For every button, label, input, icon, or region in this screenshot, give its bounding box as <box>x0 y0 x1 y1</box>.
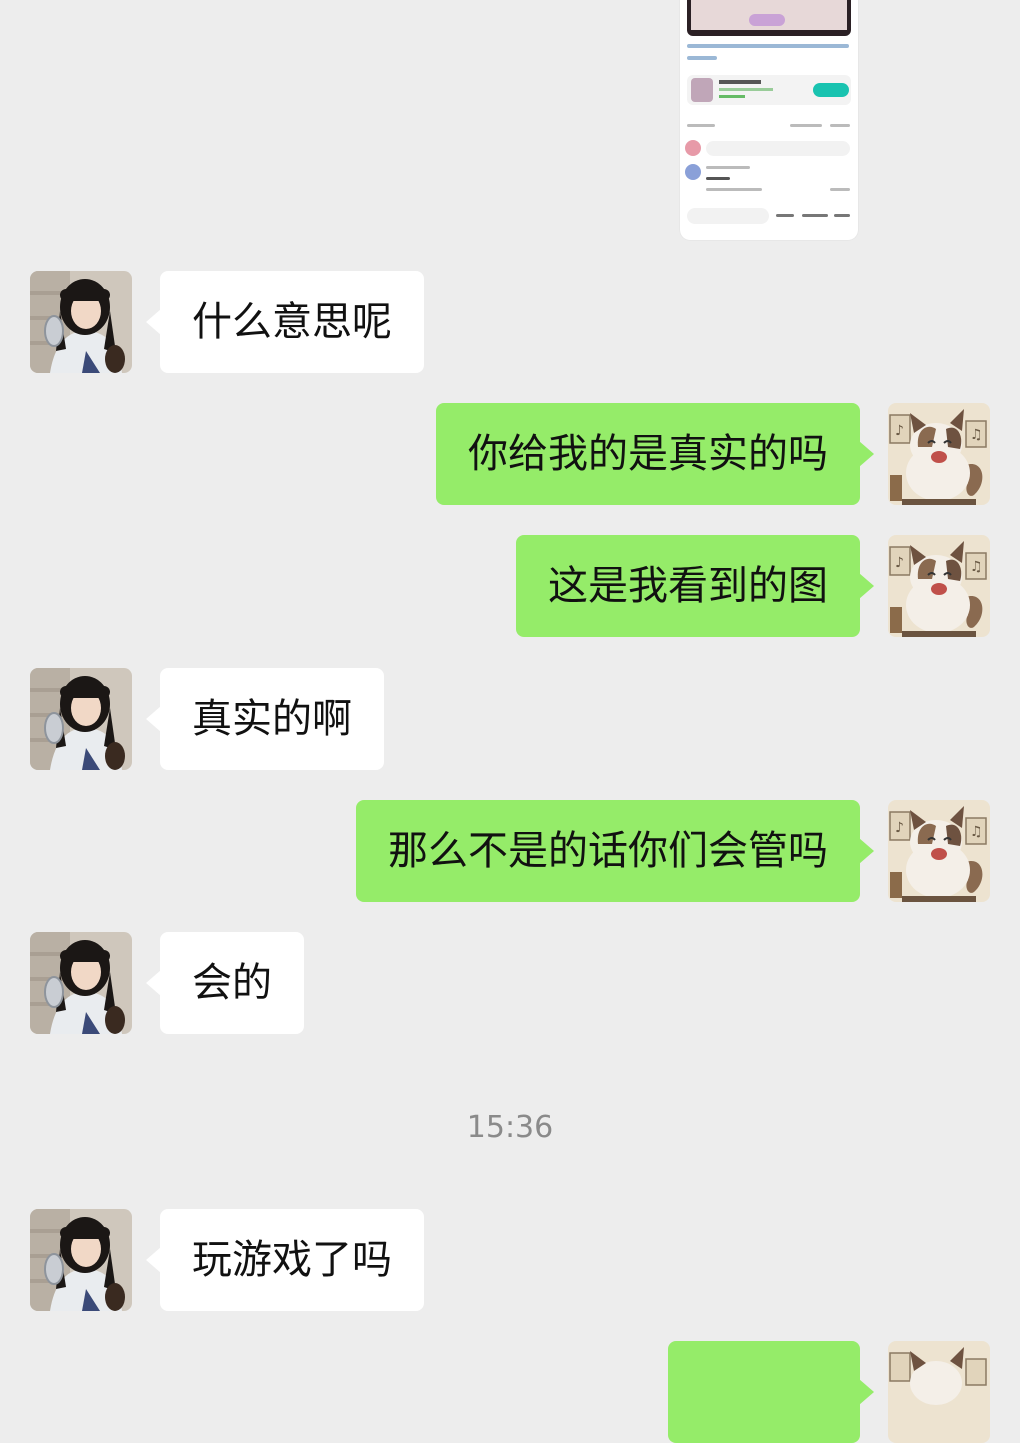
screenshot-game-banner <box>687 0 851 36</box>
girl-photo-avatar-icon <box>30 1209 132 1311</box>
incoming-message-bubble[interactable]: 玩游戏了吗 <box>146 1209 424 1311</box>
svg-text:♫: ♫ <box>970 427 983 443</box>
girl-photo-avatar-icon <box>30 271 132 373</box>
cartoon-cat-avatar-icon: ♪ ♫ <box>888 800 990 902</box>
contact-avatar[interactable] <box>30 932 132 1034</box>
outgoing-message-bubble[interactable]: 那么不是的话你们会管吗 <box>356 800 874 902</box>
cartoon-cat-avatar-icon <box>888 1341 990 1443</box>
timestamp-divider: 15:36 <box>466 1110 554 1145</box>
incoming-message-bubble[interactable]: 什么意思呢 <box>146 271 424 373</box>
incoming-message-bubble[interactable]: 真实的啊 <box>146 668 384 770</box>
svg-text:♪: ♪ <box>895 820 904 836</box>
incoming-message-bubble[interactable]: 会的 <box>146 932 304 1034</box>
svg-text:♪: ♪ <box>895 555 904 571</box>
contact-avatar[interactable] <box>30 1209 132 1311</box>
self-avatar[interactable]: ♪ ♫ <box>888 535 990 637</box>
svg-text:♫: ♫ <box>970 824 983 840</box>
outgoing-message-bubble[interactable] <box>668 1341 874 1443</box>
shared-screenshot-image[interactable] <box>680 0 858 240</box>
svg-text:♪: ♪ <box>895 423 904 439</box>
self-avatar[interactable]: ♪ ♫ <box>888 403 990 505</box>
contact-avatar[interactable] <box>30 271 132 373</box>
girl-photo-avatar-icon <box>30 668 132 770</box>
self-avatar[interactable]: ♪ ♫ <box>888 800 990 902</box>
cartoon-cat-avatar-icon: ♪ ♫ <box>888 535 990 637</box>
self-avatar[interactable] <box>888 1341 990 1443</box>
outgoing-message-bubble[interactable]: 你给我的是真实的吗 <box>436 403 874 505</box>
svg-text:♫: ♫ <box>970 559 983 575</box>
contact-avatar[interactable] <box>30 668 132 770</box>
cartoon-cat-avatar-icon: ♪ ♫ <box>888 403 990 505</box>
girl-photo-avatar-icon <box>30 932 132 1034</box>
outgoing-message-bubble[interactable]: 这是我看到的图 <box>516 535 874 637</box>
screenshot-game-card <box>687 75 851 105</box>
